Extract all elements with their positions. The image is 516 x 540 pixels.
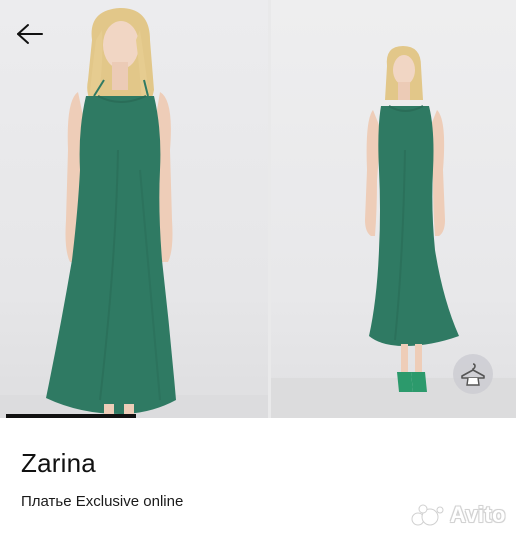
brand-name[interactable]: Zarina: [21, 448, 96, 479]
product-title: Платье Exclusive online: [21, 493, 184, 510]
back-button[interactable]: [10, 14, 50, 54]
model-illustration: [0, 8, 268, 418]
shirt-hanger-icon: [461, 363, 485, 386]
product-details: Zarina Платье Exclusive online Avito: [0, 418, 516, 540]
photo-gallery[interactable]: [0, 0, 516, 418]
avito-watermark: Avito: [410, 502, 506, 528]
product-photo-1[interactable]: [0, 0, 268, 418]
virtual-tryon-button[interactable]: [453, 354, 493, 394]
watermark-text: Avito: [450, 502, 506, 527]
arrow-left-icon: [17, 24, 43, 44]
avito-logo-icon: [411, 504, 444, 526]
